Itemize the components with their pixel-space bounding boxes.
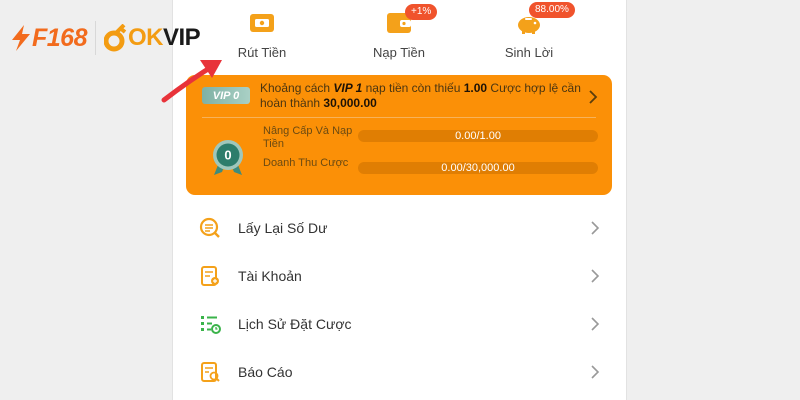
okvip-logo: OK VIP (103, 24, 201, 52)
deposit-progress-value: 0.00/1.00 (455, 130, 501, 142)
bet-progress-label: Doanh Thu Cược (263, 157, 349, 169)
deposit-label: Nạp Tiền (372, 45, 426, 60)
bet-progress-bar: 0.00/30,000.00 (358, 162, 598, 174)
vip-medal-icon: 0 (213, 140, 243, 175)
logo-divider (94, 21, 96, 55)
deposit-button[interactable]: +1% Nạp Tiền (344, 4, 454, 68)
menu-label-report: Báo Cáo (238, 364, 293, 380)
balance-recovery-icon (199, 217, 220, 238)
lightning-bolt-icon (12, 25, 30, 51)
bet-history-icon (201, 316, 221, 334)
chevron-right-icon (591, 221, 600, 235)
f168-logo-text: F168 (32, 23, 87, 52)
account-card-icon (201, 266, 219, 286)
menu-item-balance-recovery[interactable]: Lấy Lại Số Dư (186, 204, 612, 252)
report-icon (201, 362, 220, 382)
deposit-bonus-badge: +1% (405, 4, 438, 20)
menu-label-account: Tài Khoản (238, 268, 302, 284)
menu-item-report[interactable]: Báo Cáo (186, 348, 612, 396)
withdraw-label: Rút Tiền (237, 45, 287, 60)
okvip-logo-vip: VIP (162, 24, 201, 51)
chevron-right-icon (591, 317, 600, 331)
next-vip-level: VIP 1 (333, 81, 363, 95)
deposit-missing-amount: 1.00 (463, 81, 488, 95)
menu-item-account[interactable]: Tài Khoản (186, 252, 612, 300)
menu-item-bet-history[interactable]: Lịch Sử Đặt Cược (186, 300, 612, 348)
deposit-progress-label: Nâng Cấp Và Nạp Tiền (263, 125, 353, 150)
menu-label-bet-history: Lịch Sử Đặt Cược (238, 316, 352, 332)
earn-interest-label: Sinh Lời (504, 45, 554, 60)
chevron-right-icon (591, 269, 600, 283)
chevron-right-icon (591, 365, 600, 379)
vip-progress-card[interactable]: VIP 0 Khoảng cách VIP 1 nạp tiền còn thi… (186, 75, 612, 195)
wallet-card-icon (250, 14, 274, 32)
f168-logo: F168 (10, 24, 87, 53)
vip-requirement-text: Khoảng cách VIP 1 nạp tiền còn thiếu 1.0… (260, 81, 590, 111)
bet-required-amount: 30,000.00 (323, 96, 377, 110)
vip-text-mid: nạp tiền còn thiếu (362, 81, 464, 95)
vip-divider (202, 117, 596, 118)
menu-label-balance-recovery: Lấy Lại Số Dư (238, 220, 328, 236)
okvip-key-icon (103, 24, 127, 52)
medal-level-number: 0 (224, 148, 231, 163)
interest-rate-badge: 88.00% (529, 2, 575, 18)
earn-interest-button[interactable]: 88.00% Sinh Lời (474, 2, 584, 68)
okvip-logo-ok: OK (127, 24, 164, 51)
chevron-right-icon (589, 90, 598, 104)
bet-progress-value: 0.00/30,000.00 (441, 162, 515, 174)
red-arrow-icon (161, 60, 222, 103)
vip-text-prefix: Khoảng cách (260, 81, 334, 95)
deposit-progress-bar: 0.00/1.00 (358, 130, 598, 142)
